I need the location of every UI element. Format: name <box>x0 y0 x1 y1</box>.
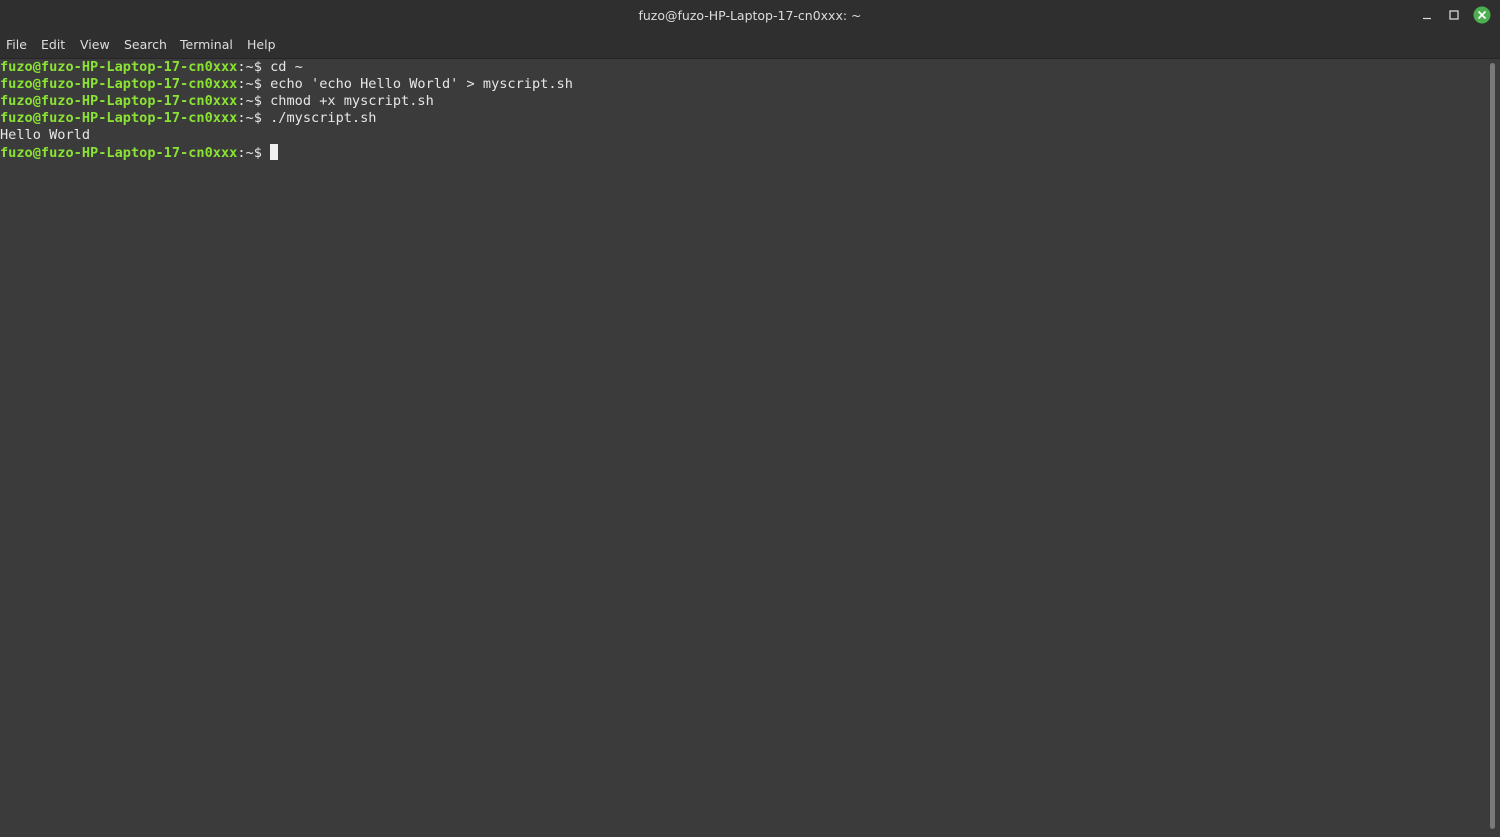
prompt-user: fuzo@fuzo-HP-Laptop-17-cn0xxx <box>0 76 238 92</box>
prompt-separator: : <box>237 76 246 92</box>
scrollbar-thumb[interactable] <box>1490 63 1495 829</box>
prompt-path: ~$ <box>245 145 271 161</box>
terminal-line: fuzo@fuzo-HP-Laptop-17-cn0xxx:~$ cd ~ <box>0 59 303 76</box>
command-text: echo 'echo Hello World' > myscript.sh <box>270 76 573 92</box>
command-text: cd ~ <box>270 59 303 75</box>
terminal-output: Hello World <box>0 127 90 144</box>
close-icon <box>1473 6 1491 24</box>
prompt-user: fuzo@fuzo-HP-Laptop-17-cn0xxx <box>0 145 238 161</box>
terminal-window: fuzo@fuzo-HP-Laptop-17-cn0xxx: ~ File Ed… <box>0 0 1500 837</box>
prompt-path: ~$ <box>245 93 271 109</box>
menu-search[interactable]: Search <box>124 32 167 58</box>
maximize-button[interactable] <box>1443 5 1465 27</box>
minimize-icon <box>1423 17 1431 20</box>
prompt-separator: : <box>237 110 246 126</box>
close-button[interactable] <box>1471 5 1493 27</box>
prompt-separator: : <box>237 93 246 109</box>
menu-help[interactable]: Help <box>247 32 276 58</box>
prompt-user: fuzo@fuzo-HP-Laptop-17-cn0xxx <box>0 59 238 75</box>
menu-terminal[interactable]: Terminal <box>180 32 233 58</box>
maximize-icon <box>1449 10 1459 20</box>
command-text: chmod +x myscript.sh <box>270 93 434 109</box>
minimize-button[interactable] <box>1416 5 1438 27</box>
output-text: Hello World <box>0 127 91 143</box>
terminal-line: fuzo@fuzo-HP-Laptop-17-cn0xxx:~$ echo 'e… <box>0 76 573 93</box>
window-title: fuzo@fuzo-HP-Laptop-17-cn0xxx: ~ <box>638 8 862 23</box>
terminal-line: fuzo@fuzo-HP-Laptop-17-cn0xxx:~$ ./myscr… <box>0 110 377 127</box>
terminal-area[interactable]: fuzo@fuzo-HP-Laptop-17-cn0xxx:~$ cd ~ fu… <box>0 59 1486 837</box>
terminal-line: fuzo@fuzo-HP-Laptop-17-cn0xxx:~$ <box>0 144 279 161</box>
prompt-user: fuzo@fuzo-HP-Laptop-17-cn0xxx <box>0 110 238 126</box>
menu-view[interactable]: View <box>80 32 110 58</box>
menu-file[interactable]: File <box>6 32 27 58</box>
prompt-separator: : <box>237 59 246 75</box>
menu-bar: File Edit View Search Terminal Help <box>0 32 1500 59</box>
terminal-line: fuzo@fuzo-HP-Laptop-17-cn0xxx:~$ chmod +… <box>0 93 434 110</box>
prompt-separator: : <box>237 145 246 161</box>
prompt-path: ~$ <box>245 76 271 92</box>
prompt-path: ~$ <box>245 110 271 126</box>
text-cursor <box>270 144 279 160</box>
vertical-scrollbar[interactable] <box>1486 59 1500 837</box>
prompt-path: ~$ <box>245 59 271 75</box>
prompt-user: fuzo@fuzo-HP-Laptop-17-cn0xxx <box>0 93 238 109</box>
menu-edit[interactable]: Edit <box>41 32 65 58</box>
command-text: ./myscript.sh <box>270 110 377 126</box>
title-bar[interactable]: fuzo@fuzo-HP-Laptop-17-cn0xxx: ~ <box>0 0 1500 32</box>
